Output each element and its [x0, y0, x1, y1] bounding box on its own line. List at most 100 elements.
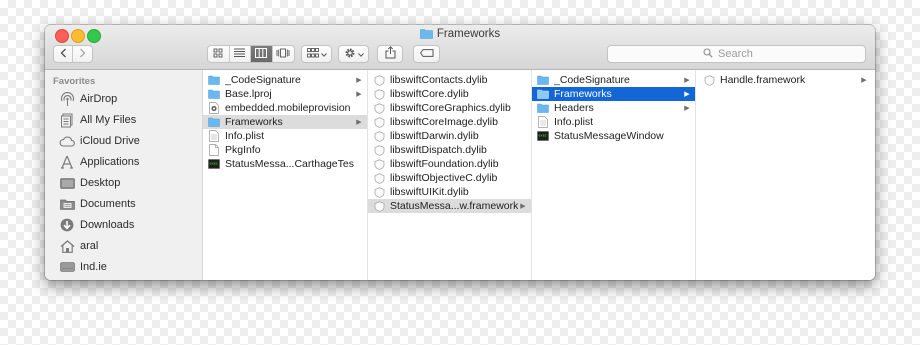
list-item-label: Frameworks: [554, 88, 612, 100]
disclosure-arrow-icon: ▶: [520, 203, 526, 210]
chevron-left-icon: [60, 48, 67, 61]
svg-text:exec: exec: [539, 135, 547, 139]
list-item-label: StatusMessa...CarthageTest: [225, 158, 354, 170]
chevron-down-icon: [320, 48, 327, 60]
sidebar-item-ind-ie[interactable]: Ind.ie: [45, 257, 202, 277]
sidebar-item-desktop[interactable]: Desktop: [45, 173, 202, 193]
all-files-icon: [59, 112, 75, 128]
list-item[interactable]: libswiftDispatch.dylib: [368, 143, 531, 157]
list-item[interactable]: _CodeSignature ▶: [203, 73, 367, 87]
back-button[interactable]: [54, 46, 74, 62]
dylib-icon: [373, 74, 385, 86]
sidebar-item-label: Downloads: [80, 219, 135, 231]
sidebar: Favorites AirDrop All My Files iCloud Dr…: [45, 70, 203, 280]
dylib-icon: [373, 186, 385, 198]
list-item[interactable]: libswiftDarwin.dylib: [368, 129, 531, 143]
list-item[interactable]: Base.lproj ▶: [203, 87, 367, 101]
disclosure-arrow-icon: ▶: [356, 91, 362, 98]
list-item[interactable]: libswiftFoundation.dylib: [368, 157, 531, 171]
sidebar-item-label: Desktop: [80, 177, 121, 189]
arrange-button[interactable]: [301, 45, 332, 63]
list-item[interactable]: exec StatusMessa...CarthageTest: [203, 157, 367, 171]
sidebar-item-label: aral: [80, 240, 99, 252]
cloud-icon: [59, 133, 75, 149]
list-item[interactable]: PkgInfo: [203, 143, 367, 157]
sidebar-item-icloud-drive[interactable]: iCloud Drive: [45, 131, 202, 151]
list-item[interactable]: libswiftCoreGraphics.dylib: [368, 101, 531, 115]
list-item[interactable]: libswiftCore.dylib: [368, 87, 531, 101]
share-icon: [385, 46, 396, 62]
list-item[interactable]: Headers ▶: [532, 101, 695, 115]
list-item-selected[interactable]: Frameworks ▶: [532, 87, 695, 101]
list-view-icon: [234, 48, 246, 60]
list-item[interactable]: libswiftObjectiveC.dylib: [368, 171, 531, 185]
search-field[interactable]: [607, 45, 866, 63]
grid-arrange-icon: [306, 47, 319, 61]
sidebar-item-aral[interactable]: aral: [45, 236, 202, 256]
forward-button[interactable]: [73, 46, 92, 62]
sidebar-item-label: Applications: [80, 156, 140, 168]
sidebar-item-label: Documents: [80, 198, 136, 210]
list-item[interactable]: Info.plist: [203, 129, 367, 143]
sidebar-item-label: iCloud Drive: [80, 135, 140, 147]
list-view-button[interactable]: [230, 46, 251, 62]
list-item-label: Headers: [554, 102, 594, 114]
action-button[interactable]: [338, 45, 369, 63]
list-item-selected[interactable]: Frameworks ▶: [203, 115, 367, 129]
browser-column-2: libswiftContacts.dylib libswiftCore.dyli…: [368, 70, 532, 280]
share-button[interactable]: [377, 45, 403, 63]
documents-icon: [59, 196, 75, 212]
icon-view-icon: [213, 48, 223, 61]
list-item-label: embedded.mobileprovision: [225, 102, 351, 114]
framework-icon: [703, 74, 715, 86]
list-item-label: libswiftContacts.dylib: [390, 74, 488, 86]
executable-icon: exec: [208, 158, 220, 170]
folder-icon: [537, 74, 549, 86]
sidebar-section-header: Favorites: [53, 76, 96, 87]
search-icon: [703, 45, 713, 63]
list-item[interactable]: libswiftContacts.dylib: [368, 73, 531, 87]
dylib-icon: [373, 130, 385, 142]
list-item-label: StatusMessageWindow: [554, 130, 664, 142]
dylib-icon: [373, 172, 385, 184]
column-view-icon: [255, 47, 268, 61]
tag-button[interactable]: [413, 45, 440, 63]
list-item[interactable]: libswiftUIKit.dylib: [368, 185, 531, 199]
downloads-icon: [59, 217, 75, 233]
list-item-label: libswiftFoundation.dylib: [390, 158, 499, 170]
list-item[interactable]: Info.plist: [532, 115, 695, 129]
list-item[interactable]: embedded.mobileprovision: [203, 101, 367, 115]
list-item-label: _CodeSignature: [554, 74, 630, 86]
search-input[interactable]: [718, 48, 770, 60]
sidebar-item-applications[interactable]: Applications: [45, 152, 202, 172]
list-item-label: PkgInfo: [225, 144, 261, 156]
window-title-text: Frameworks: [436, 28, 501, 40]
list-item-label: libswiftCoreImage.dylib: [390, 116, 498, 128]
list-item-label: libswiftDarwin.dylib: [390, 130, 479, 142]
view-mode-control: [207, 45, 295, 63]
list-item[interactable]: exec StatusMessageWindow: [532, 129, 695, 143]
icon-view-button[interactable]: [208, 46, 230, 62]
list-item[interactable]: _CodeSignature ▶: [532, 73, 695, 87]
dylib-icon: [373, 158, 385, 170]
sidebar-item-all-my-files[interactable]: All My Files: [45, 110, 202, 130]
list-item[interactable]: Handle.framework ▶: [696, 73, 875, 87]
sidebar-item-downloads[interactable]: Downloads: [45, 215, 202, 235]
dylib-icon: [373, 144, 385, 156]
list-item-selected[interactable]: StatusMessa...w.framework ▶: [368, 199, 531, 213]
applications-icon: [59, 154, 75, 170]
sidebar-item-airdrop[interactable]: AirDrop: [45, 89, 202, 109]
framework-icon: [373, 200, 385, 212]
sidebar-item-label: AirDrop: [80, 93, 118, 105]
disclosure-arrow-icon: ▶: [684, 91, 690, 98]
list-item-label: libswiftDispatch.dylib: [390, 144, 487, 156]
desktop-icon: [59, 175, 75, 191]
sidebar-item-documents[interactable]: Documents: [45, 194, 202, 214]
browser-column-4: Handle.framework ▶: [696, 70, 875, 280]
column-view-button[interactable]: [251, 46, 273, 62]
cover-flow-button[interactable]: [273, 46, 294, 62]
home-icon: [59, 238, 75, 254]
list-item[interactable]: libswiftCoreImage.dylib: [368, 115, 531, 129]
disclosure-arrow-icon: ▶: [356, 119, 362, 126]
disclosure-arrow-icon: ▶: [861, 77, 867, 84]
